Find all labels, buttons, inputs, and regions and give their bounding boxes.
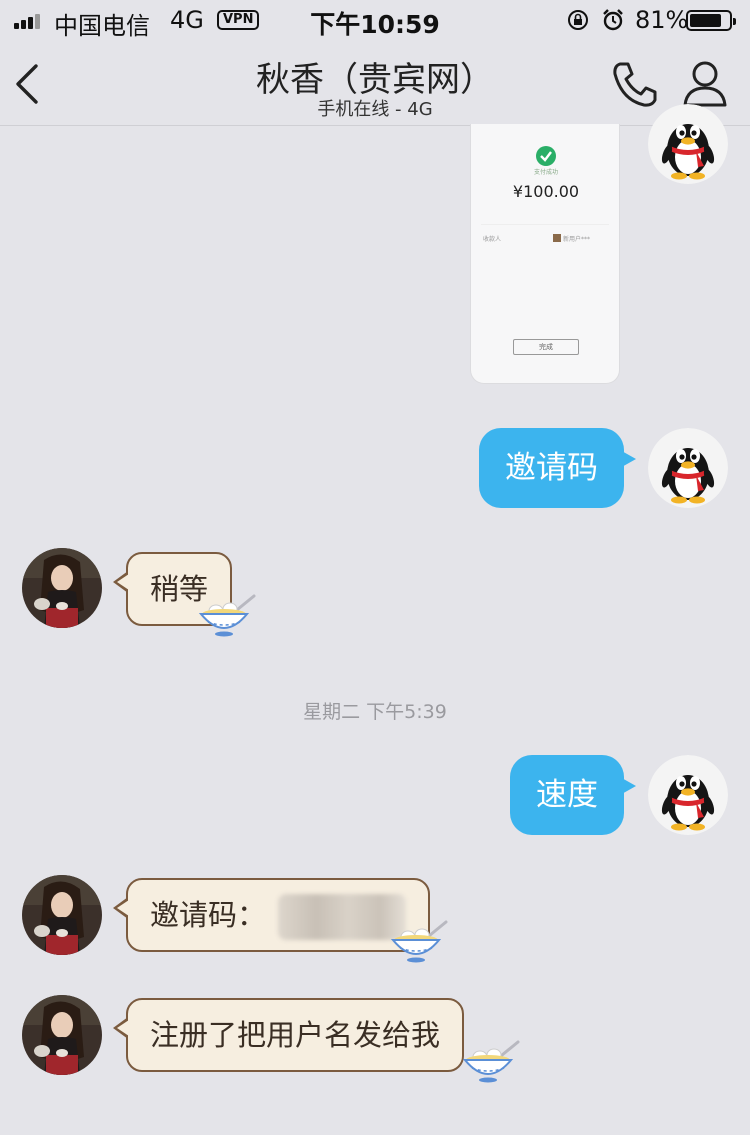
chat-timestamp: 星期二 下午5:39 (303, 701, 447, 723)
outgoing-message-bubble[interactable]: 邀请码 (479, 428, 636, 508)
blurred-invite-code (278, 894, 407, 940)
battery-percent: 81% (635, 6, 689, 34)
message-text: 速度 (536, 777, 598, 813)
chat-header: 秋香（贵宾网） 手机在线 - 4G (0, 40, 750, 126)
message-text: 注册了把用户名发给我 (150, 1018, 441, 1052)
contact-photo (22, 995, 102, 1075)
qq-penguin-avatar (648, 104, 728, 184)
merchant-name: 新用户*** (563, 236, 591, 243)
payment-amount: ¥100.00 (512, 182, 580, 201)
battery-fill (690, 14, 721, 27)
incoming-message-bubble[interactable]: 邀请码： (113, 878, 431, 952)
profile-icon[interactable] (680, 58, 730, 110)
my-avatar[interactable] (648, 428, 728, 508)
checkmark-icon (536, 146, 556, 166)
merchant-thumbnail (553, 234, 561, 242)
contact-avatar[interactable] (22, 548, 102, 628)
lock-rotation-icon (568, 10, 588, 30)
rice-bowl-sticker-icon (388, 918, 452, 964)
done-button: 完成 (513, 339, 579, 355)
phone-icon[interactable] (608, 58, 660, 110)
outgoing-message-bubble[interactable]: 速度 (510, 755, 636, 835)
contact-avatar[interactable] (22, 875, 102, 955)
qq-penguin-avatar (648, 755, 728, 835)
contact-photo (22, 875, 102, 955)
message-text: 邀请码 (505, 450, 598, 486)
battery-icon (686, 10, 736, 31)
my-avatar[interactable] (648, 755, 728, 835)
payee-label: 收款人 (483, 236, 502, 243)
alarm-icon (603, 9, 623, 31)
payment-status-label: 支付成功 (533, 169, 558, 176)
rice-bowl-sticker-icon (460, 1038, 524, 1084)
incoming-message-bubble[interactable]: 注册了把用户名发给我 (113, 998, 465, 1072)
payment-screenshot-image[interactable]: 支付成功 ¥100.00 收款人 新用户*** 完成 (470, 124, 620, 384)
status-bar: 中国电信 4G VPN 下午10:59 81% (0, 0, 750, 40)
my-avatar[interactable] (648, 104, 728, 184)
contact-avatar[interactable] (22, 995, 102, 1075)
contact-photo (22, 548, 102, 628)
message-text: 邀请码： (150, 898, 267, 932)
rice-bowl-sticker-icon (196, 592, 260, 638)
qq-penguin-avatar (648, 428, 728, 508)
